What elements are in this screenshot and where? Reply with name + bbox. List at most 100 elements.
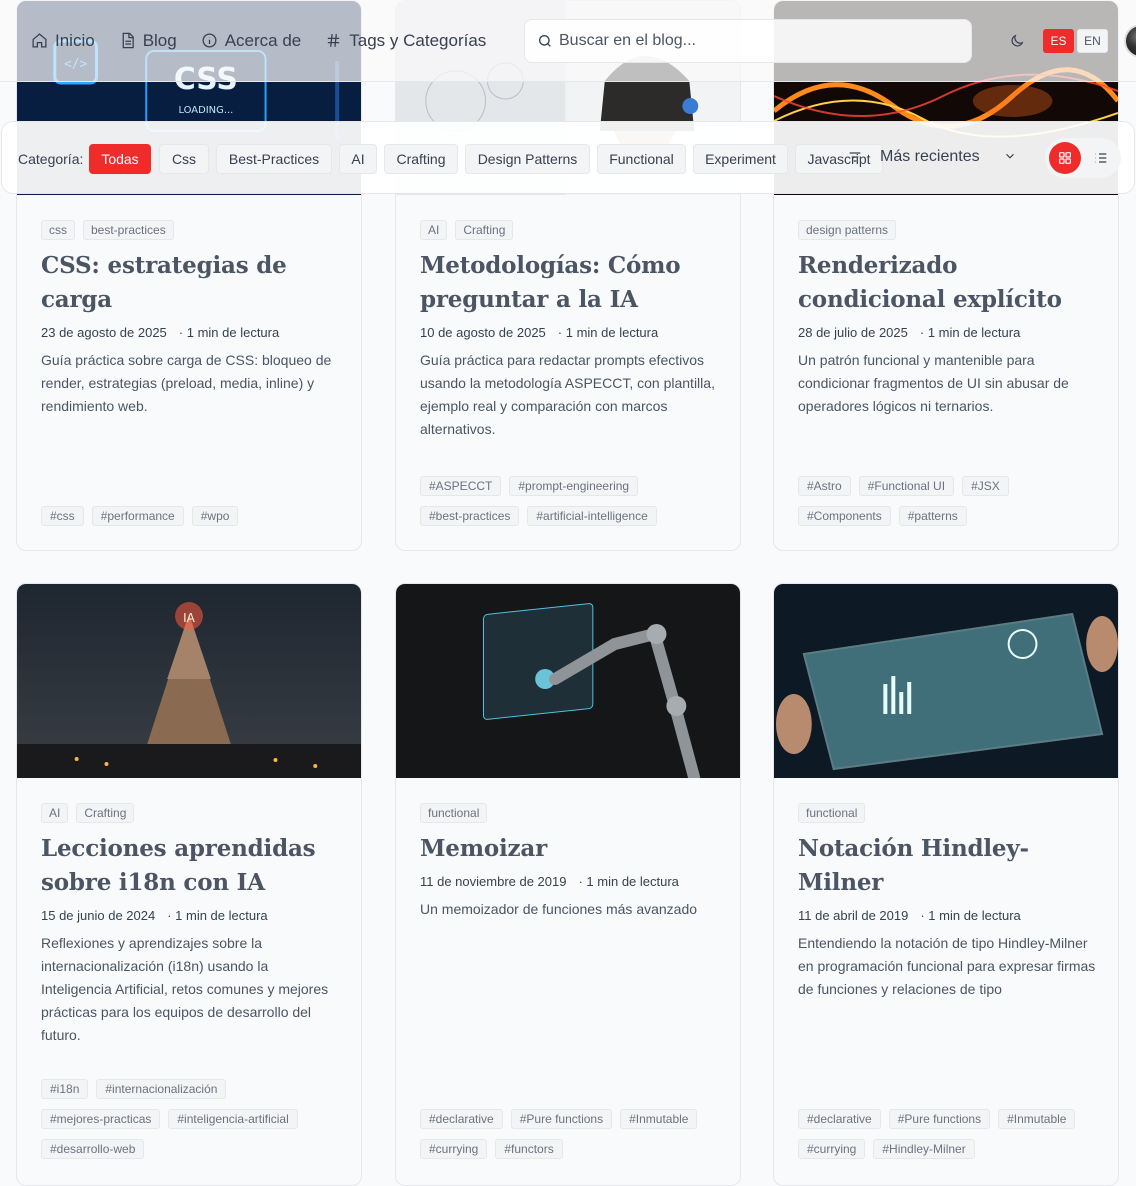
document-icon (122, 32, 134, 49)
lang-en-button[interactable]: EN (1077, 29, 1108, 53)
moon-icon (1011, 34, 1024, 47)
filter-chip-experiment[interactable]: Experiment (693, 144, 788, 174)
category-chip[interactable]: Crafting (76, 803, 135, 823)
hash-icon (328, 34, 340, 47)
filter-chip-ai[interactable]: AI (339, 144, 377, 174)
filter-chip-todas[interactable]: Todas (89, 144, 151, 174)
post-description: Un memoizador de funciones más avanzado (420, 901, 698, 917)
grid-icon (1059, 152, 1071, 164)
tag-chip[interactable]: #internacionalización (96, 1079, 227, 1099)
main-nav: Inicio Blog Acerca de Tags y Categorías (31, 0, 510, 82)
filter-chip-functional[interactable]: Functional (597, 144, 686, 174)
post-card[interactable]: functional Memoizar 11 de noviembre de 2… (395, 583, 741, 1186)
tag-chip[interactable]: #Astro (798, 476, 851, 496)
site-header: Inicio Blog Acerca de Tags y Categorías … (0, 0, 1136, 82)
post-card[interactable]: design patterns Renderizado condicional … (773, 0, 1119, 551)
post-meta: 10 de agosto de 2025 · 1 min de lectura (420, 323, 720, 343)
tag-chip[interactable]: #prompt-engineering (509, 476, 639, 496)
tag-chip[interactable]: #JSX (962, 476, 1009, 496)
tag-chip[interactable]: #declarative (420, 1109, 503, 1129)
tag-chip[interactable]: #artificial-intelligence (527, 506, 657, 526)
post-card[interactable]: IA AI Crafting Lecciones aprendidas sobr… (16, 583, 362, 1186)
tag-chip[interactable]: #Inmutable (620, 1109, 698, 1129)
post-title[interactable]: CSS: estrategias de carga (41, 249, 341, 317)
filter-bar: Categoría: Todas Css Best-Practices AI C… (1, 121, 1135, 194)
post-meta: 11 de abril de 2019 · 1 min de lectura (798, 906, 1098, 926)
category-chip[interactable]: functional (798, 803, 866, 823)
avatar[interactable] (1124, 24, 1136, 58)
post-cover-image[interactable] (774, 584, 1118, 778)
post-description: Reflexiones y aprendizajes sobre la inte… (41, 935, 329, 1043)
search-box[interactable] (524, 19, 972, 63)
lang-es-button[interactable]: ES (1043, 29, 1074, 53)
filter-chip-css[interactable]: Css (159, 144, 209, 174)
tag-chip[interactable]: #ASPECCT (420, 476, 502, 496)
filter-chip-best-practices[interactable]: Best-Practices (216, 144, 332, 174)
home-icon (32, 33, 47, 48)
tag-chip[interactable]: #functors (495, 1139, 563, 1159)
post-date: 10 de agosto de 2025 (420, 325, 546, 340)
tag-chip[interactable]: #declarative (798, 1109, 881, 1129)
theme-toggle-button[interactable] (1006, 30, 1028, 52)
tag-chip[interactable]: #Pure functions (510, 1109, 613, 1129)
tag-chip[interactable]: #css (41, 506, 84, 526)
tag-chip[interactable]: #best-practices (420, 506, 520, 526)
post-title[interactable]: Lecciones aprendidas sobre i18n con IA (41, 832, 341, 900)
tag-chip[interactable]: #Inmutable (998, 1109, 1076, 1129)
category-chip[interactable]: design patterns (798, 220, 897, 240)
post-title[interactable]: Metodologías: Cómo preguntar a la IA (420, 249, 720, 317)
list-view-button[interactable] (1085, 142, 1117, 174)
search-input[interactable] (559, 32, 939, 50)
tag-chip[interactable]: #i18n (41, 1079, 89, 1099)
post-title[interactable]: Memoizar (420, 832, 720, 866)
reading-time: · 1 min de lectura (919, 325, 1021, 340)
tag-chip[interactable]: #patterns (898, 506, 967, 526)
post-cover-image[interactable]: IA (17, 584, 361, 778)
category-chip[interactable]: functional (420, 803, 488, 823)
post-meta: 23 de agosto de 2025 · 1 min de lectura (41, 323, 341, 343)
tag-chip[interactable]: #desarrollo-web (41, 1139, 145, 1159)
tag-chip[interactable]: #Pure functions (888, 1109, 991, 1129)
tag-chip[interactable]: #wpo (191, 506, 239, 526)
post-card[interactable]: functional Notación Hindley-Milner 11 de… (773, 583, 1119, 1186)
tag-chip[interactable]: #Components (798, 506, 891, 526)
post-meta: 11 de noviembre de 2019 · 1 min de lectur… (420, 872, 720, 892)
reading-time: · 1 min de lectura (578, 874, 679, 889)
nav-label: Inicio (55, 30, 95, 50)
post-title[interactable]: Renderizado condicional explícito (798, 249, 1098, 317)
list-icon (1095, 153, 1107, 163)
tag-chip[interactable]: #mejores-practicas (41, 1109, 161, 1129)
category-chip[interactable]: css (41, 220, 75, 240)
category-chip[interactable]: Crafting (455, 220, 514, 240)
category-chip[interactable]: AI (420, 220, 448, 240)
tag-chip[interactable]: #Hindley-Milner (873, 1139, 975, 1159)
category-chip[interactable]: AI (41, 803, 69, 823)
post-meta: 28 de julio de 2025 · 1 min de lectura (798, 323, 1098, 343)
nav-item-home[interactable]: Inicio (31, 31, 95, 51)
post-description: Guía práctica sobre carga de CSS: bloque… (41, 352, 332, 414)
tag-chip[interactable]: #performance (91, 506, 184, 526)
tag-chip[interactable]: #Functional UI (858, 476, 955, 496)
post-card[interactable]: </> CSS LOADING... css best-practices CS… (16, 0, 362, 551)
post-title[interactable]: Notación Hindley-Milner (798, 832, 1098, 900)
filter-chip-design-patterns[interactable]: Design Patterns (465, 144, 590, 174)
chevron-down-icon (1006, 153, 1014, 159)
tag-chip[interactable]: #currying (798, 1139, 866, 1159)
filter-chip-crafting[interactable]: Crafting (384, 144, 458, 174)
post-meta: 15 de junio de 2024 · 1 min de lectura (41, 906, 341, 926)
grid-view-button[interactable] (1049, 142, 1081, 174)
view-toggle (1045, 138, 1121, 178)
reading-time: · 1 min de lectura (557, 325, 659, 340)
post-card[interactable]: AI Crafting Metodologías: Cómo preguntar… (395, 0, 741, 551)
post-date: 15 de junio de 2024 (41, 908, 156, 923)
sort-select[interactable]: Más recientes (847, 148, 1014, 166)
reading-time: · 1 min de lectura (178, 325, 280, 340)
sort-selected-value: Más recientes (880, 148, 980, 165)
nav-item-tags[interactable]: Tags y Categorías (325, 31, 486, 51)
category-chip[interactable]: best-practices (83, 220, 174, 240)
nav-item-about[interactable]: Acerca de (201, 31, 301, 51)
tag-chip[interactable]: #inteligencia-artificial (168, 1109, 298, 1129)
nav-item-blog[interactable]: Blog (119, 31, 177, 51)
tag-chip[interactable]: #currying (420, 1139, 488, 1159)
post-cover-image[interactable] (396, 584, 740, 778)
